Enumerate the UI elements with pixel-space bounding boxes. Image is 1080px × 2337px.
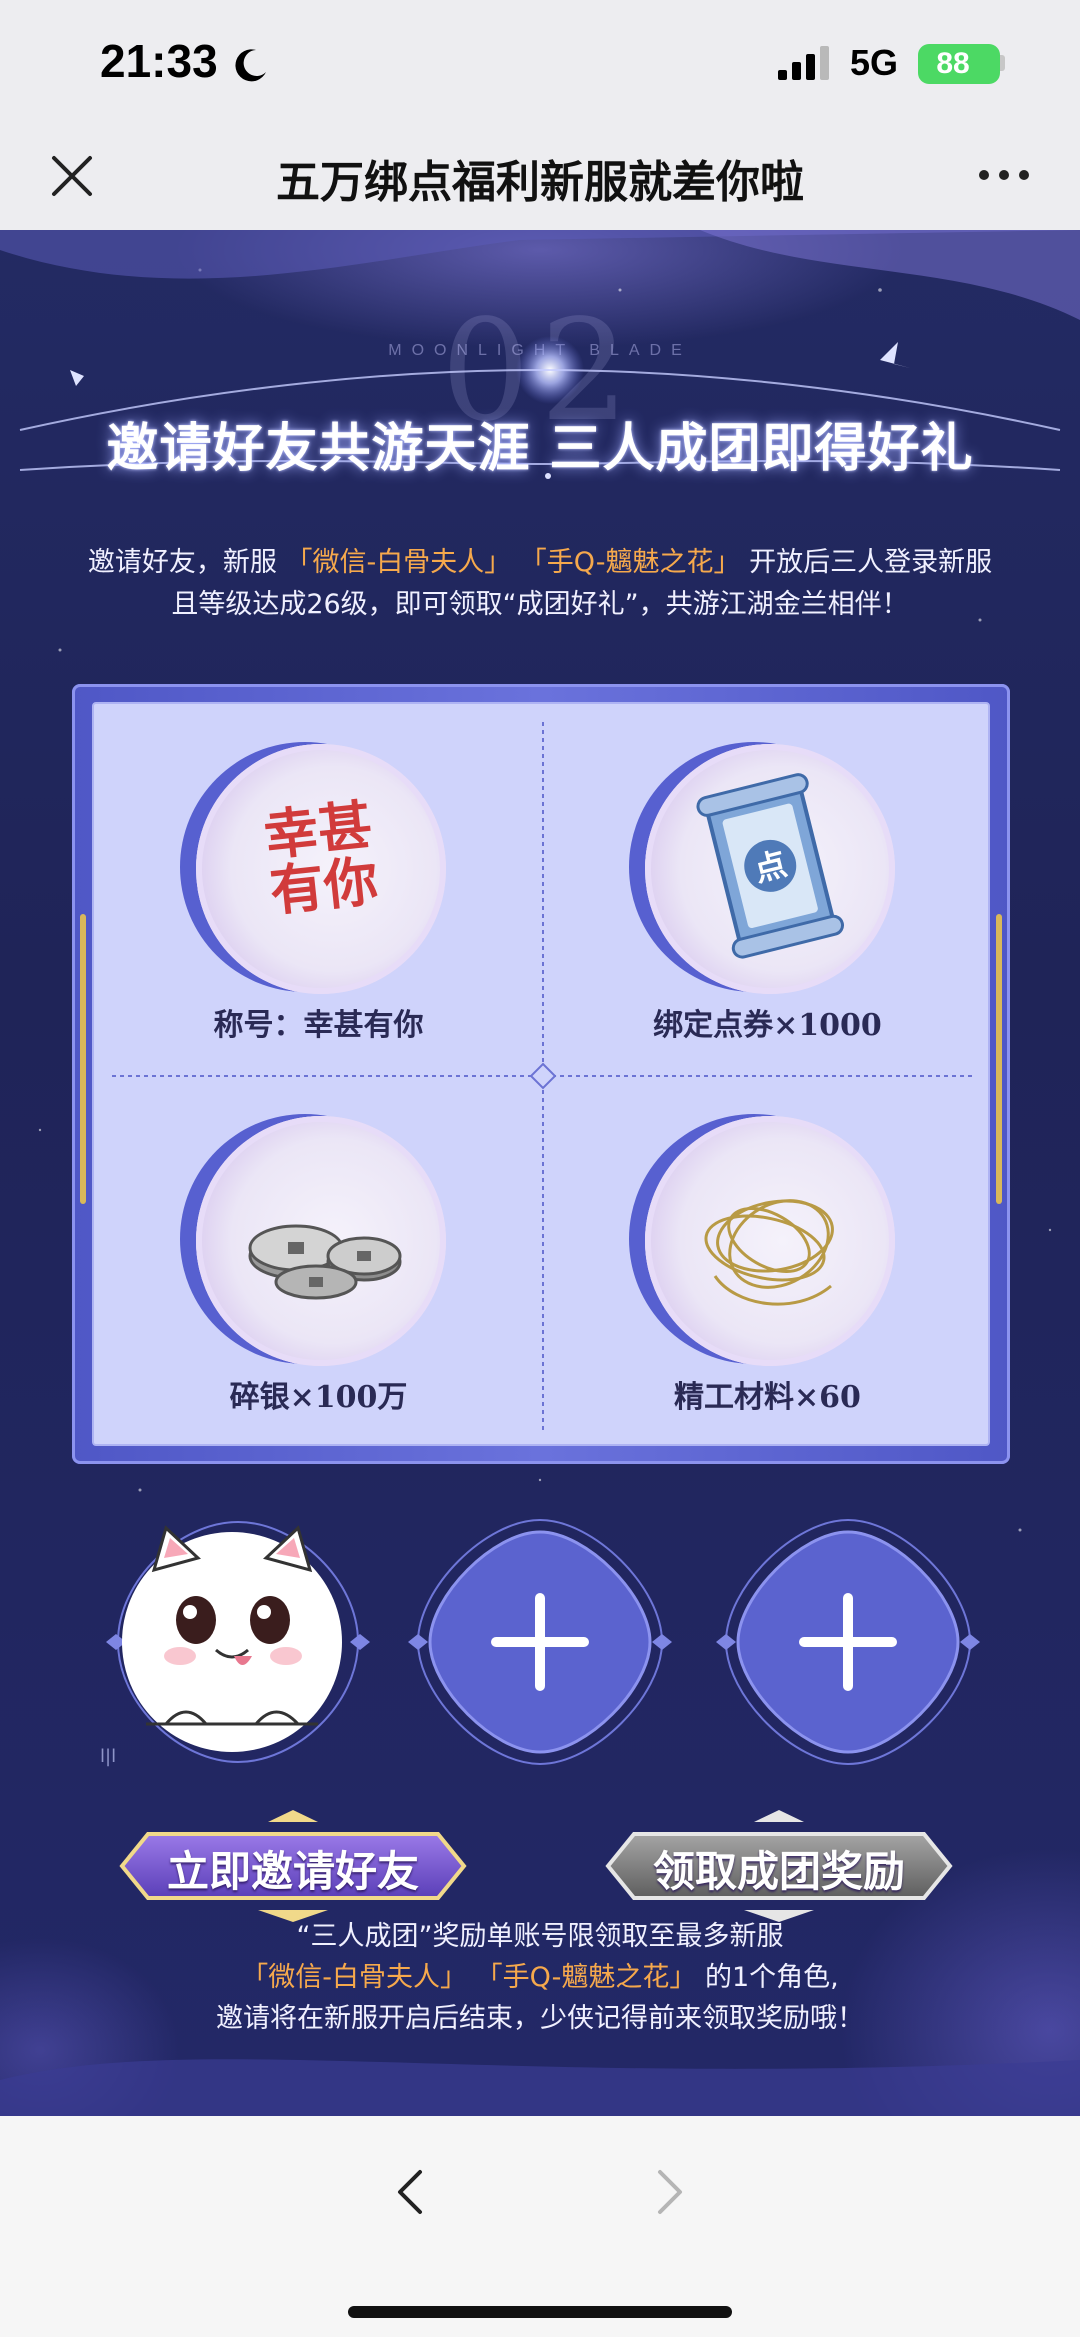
intro-line-2: 且等级达成26级，即可领取“成团好礼”，共游江湖金兰相伴！ <box>171 589 909 620</box>
invite-friends-button[interactable]: 立即邀请好友 <box>118 1808 468 1924</box>
intro-text: 邀请好友，新服 「微信-白骨夫人」 「手Q-魑魅之花」 开放后三人登录新服 且等… <box>40 542 1040 626</box>
network-label: 5G <box>850 42 899 83</box>
reward-icon-frame: 幸甚 有你 <box>196 744 446 994</box>
add-friend-icon[interactable] <box>716 1510 980 1774</box>
battery-cap <box>1000 55 1005 71</box>
page-title: 五万绑点福利新服就差你啦 <box>276 157 804 208</box>
team-slot-add-2[interactable] <box>716 1510 980 1774</box>
server-name-qq: 「手Q-魑魅之花」 <box>475 1962 697 1993</box>
member-name: l|l <box>100 1746 117 1767</box>
team-slot-add-1[interactable] <box>408 1510 672 1774</box>
reward-grid: 幸甚 有你 称号：幸甚有你 点 绑定点券×1000 碎银×100万 精工材料×6… <box>92 702 990 1446</box>
card-rail-right <box>996 914 1002 1204</box>
signal-icon <box>778 46 829 80</box>
close-icon[interactable] <box>44 148 100 204</box>
team-slot-member <box>106 1510 370 1774</box>
server-name-qq: 「手Q-魑魅之花」 <box>519 547 741 578</box>
headline: 邀请好友共游天涯 三人成团即得好礼 <box>106 418 974 479</box>
home-indicator <box>348 2306 732 2318</box>
reward-card: 幸甚 有你 称号：幸甚有你 点 绑定点券×1000 碎银×100万 精工材料×6… <box>72 684 1010 1464</box>
intro-part2: 开放后三人登录新服 <box>749 547 993 578</box>
nav-bar: 五万绑点福利新服就差你啦 <box>0 120 1080 230</box>
notice-line-3: 邀请将在新服开启后结束，少侠记得前来领取奖励哦！ <box>216 2003 864 2034</box>
notice-line-2: 「微信-白骨夫人」 「手Q-魑魅之花」 的1个角色, <box>40 1957 1040 1998</box>
event-page: 02 MOONLIGHT BLADE 邀请好友共游天涯 三人成团即得好礼 邀请好… <box>0 230 1080 2116</box>
browser-bottom-bar <box>0 2116 1080 2337</box>
scroll-icon: 点 <box>696 773 845 959</box>
reward-icon-frame: 点 <box>645 744 895 994</box>
forward-icon[interactable] <box>650 2162 690 2222</box>
intro-part1: 邀请好友，新服 <box>87 547 277 578</box>
notice-text: “三人成团”奖励单账号限领取至最多新服 「微信-白骨夫人」 「手Q-魑魅之花」 … <box>40 1916 1040 2039</box>
reward-item-title: 幸甚 有你 称号：幸甚有你 <box>94 704 543 1076</box>
reward-item-silver: 碎银×100万 <box>94 1076 543 1448</box>
intro-line-1: 邀请好友，新服 「微信-白骨夫人」 「手Q-魑魅之花」 开放后三人登录新服 <box>40 542 1040 584</box>
more-icon[interactable] <box>974 150 1034 200</box>
claim-team-reward-button[interactable]: 领取成团奖励 <box>604 1808 954 1924</box>
battery-icon: 88 <box>918 44 1000 84</box>
server-name-wechat: 「微信-白骨夫人」 <box>285 547 512 578</box>
reward-item-material: 精工材料×60 <box>543 1076 992 1448</box>
add-friend-icon[interactable] <box>408 1510 672 1774</box>
moon-icon <box>235 49 266 82</box>
status-time: 21:33 <box>100 35 218 87</box>
notice-line-2-tail: 的1个角色, <box>704 1962 839 1993</box>
status-bar: 21:33 5G 88 <box>0 0 1080 120</box>
coins-icon <box>248 1224 402 1300</box>
notice-line-1: “三人成团”奖励单账号限领取至最多新服 <box>296 1921 784 1952</box>
reward-icon-frame <box>645 1116 895 1366</box>
avatar <box>106 1520 370 1764</box>
reward-label: 碎银×100万 <box>229 1380 408 1415</box>
reward-icon-frame <box>196 1116 446 1366</box>
thread-icon <box>704 1199 834 1306</box>
reward-label: 绑定点券×1000 <box>653 1008 882 1043</box>
server-name-wechat: 「微信-白骨夫人」 <box>241 1962 468 1993</box>
reward-label: 称号：幸甚有你 <box>213 1008 424 1043</box>
reward-item-voucher: 点 绑定点券×1000 <box>543 704 992 1076</box>
reward-label: 精工材料×60 <box>674 1380 861 1415</box>
card-rail-left <box>80 914 86 1204</box>
back-icon[interactable] <box>390 2162 430 2222</box>
invite-button-label: 立即邀请好友 <box>166 1847 419 1896</box>
battery-level: 88 <box>936 47 970 80</box>
title-seal-icon: 幸甚 有你 <box>261 792 381 924</box>
claim-button-label: 领取成团奖励 <box>652 1847 905 1896</box>
